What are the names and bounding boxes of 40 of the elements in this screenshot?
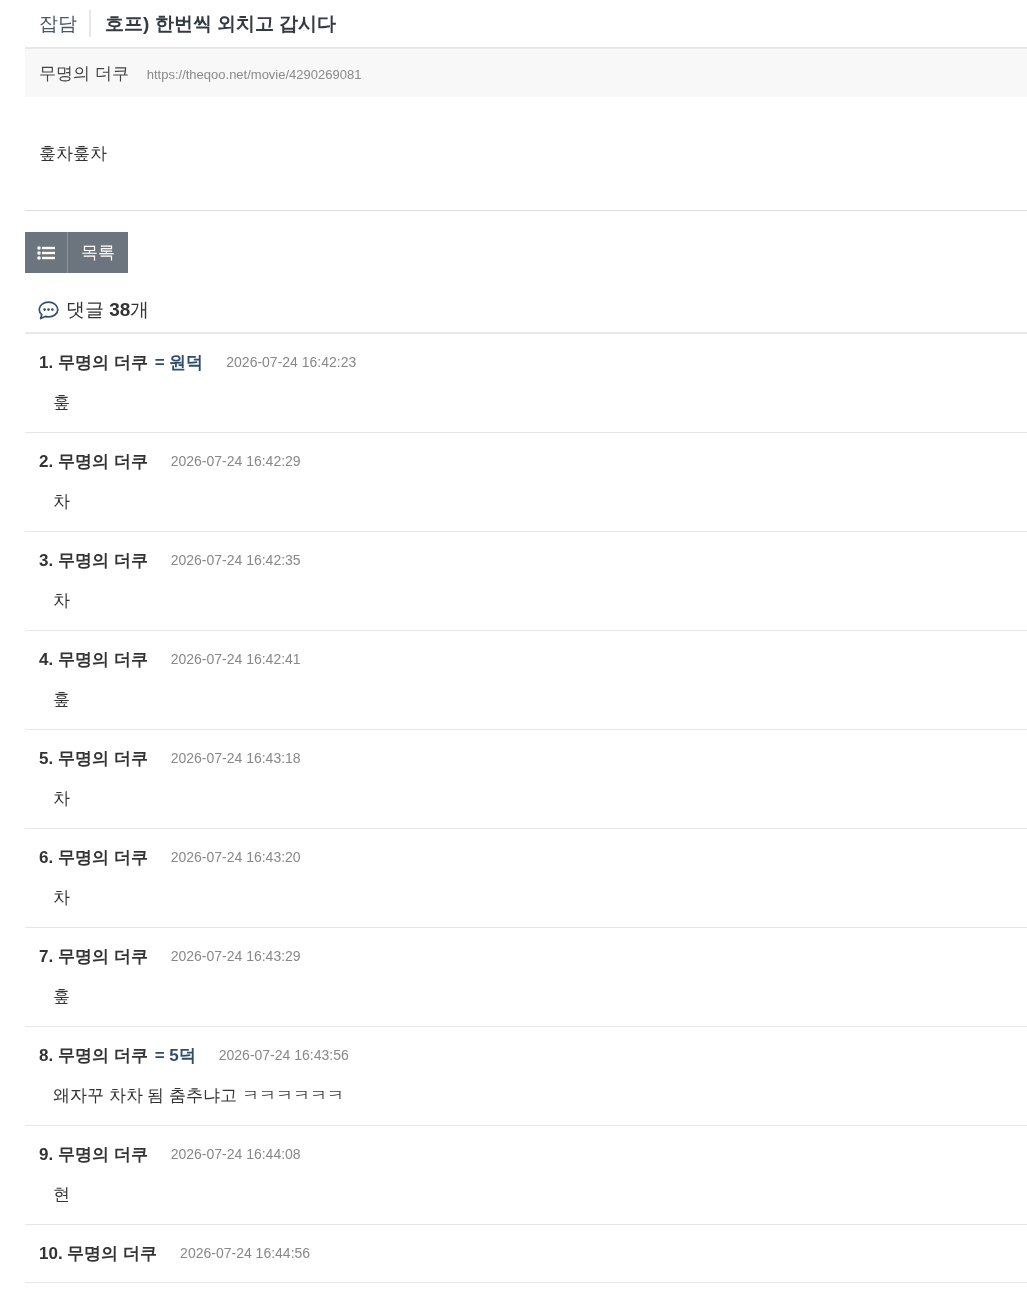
comment-author: 7. 무명의 더쿠	[39, 945, 148, 968]
comment-text: 왜자꾸 차차 됨 춤추냐고 ㅋㅋㅋㅋㅋㅋ	[52, 1085, 345, 1107]
author-tag: = 5덕	[154, 1043, 196, 1067]
comment-author: 9. 무명의 더쿠	[39, 1143, 148, 1166]
comment-text: 차	[52, 491, 71, 513]
comment-text: 차	[52, 887, 71, 909]
comment-date: 2026-07-24 16:42:35	[170, 552, 301, 568]
list-button[interactable]: 목록	[25, 232, 128, 273]
comment-text: 훞	[52, 986, 71, 1008]
comment-date: 2026-07-24 16:42:41	[170, 651, 301, 667]
comment-text: 현	[52, 1184, 71, 1206]
post-title: 호프) 한번씩 외치고 갑시다	[105, 11, 337, 36]
comment-date: 2026-07-24 16:42:29	[170, 453, 301, 469]
comment-text: 훞	[52, 689, 71, 711]
comment-author: 2. 무명의 더쿠	[39, 450, 148, 473]
author-tag: = 원덕	[154, 350, 204, 374]
comment-author: 10. 무명의 더쿠	[39, 1242, 158, 1265]
comment-date: 2026-07-24 16:43:29	[170, 948, 301, 964]
comment-author: 3. 무명의 더쿠	[39, 549, 148, 572]
comment-text: 훞	[52, 392, 71, 414]
comment-date: 2026-07-24 16:43:18	[170, 750, 301, 766]
post-url-link[interactable]: https://theqoo.net/movie/4290269081	[146, 64, 362, 82]
category-label[interactable]: 잡담	[39, 10, 77, 37]
comment-text: 차	[52, 788, 71, 810]
comment-author: 4. 무명의 더쿠	[39, 648, 148, 671]
comment-date: 2026-07-24 16:44:56	[180, 1245, 311, 1261]
list-icon	[37, 245, 55, 260]
author-name: 무명의 더쿠	[39, 62, 129, 85]
comment-author: 8. 무명의 더쿠	[39, 1044, 148, 1067]
comment-date: 2026-07-24 16:44:08	[170, 1146, 301, 1162]
speech-bubble-icon	[38, 300, 59, 320]
comment-author: 6. 무명의 더쿠	[39, 846, 148, 869]
post-body: 훞차훞차	[39, 143, 107, 165]
comment-text: 차	[52, 590, 71, 612]
comment-date: 2026-07-24 16:42:23	[226, 354, 357, 370]
comment-date: 2026-07-24 16:43:56	[218, 1047, 349, 1063]
comments-heading: 댓글 38개	[66, 298, 150, 322]
comment-date: 2026-07-24 16:43:20	[170, 849, 301, 865]
comment-author: 1. 무명의 더쿠	[39, 351, 148, 374]
comment-author: 5. 무명의 더쿠	[39, 747, 148, 770]
